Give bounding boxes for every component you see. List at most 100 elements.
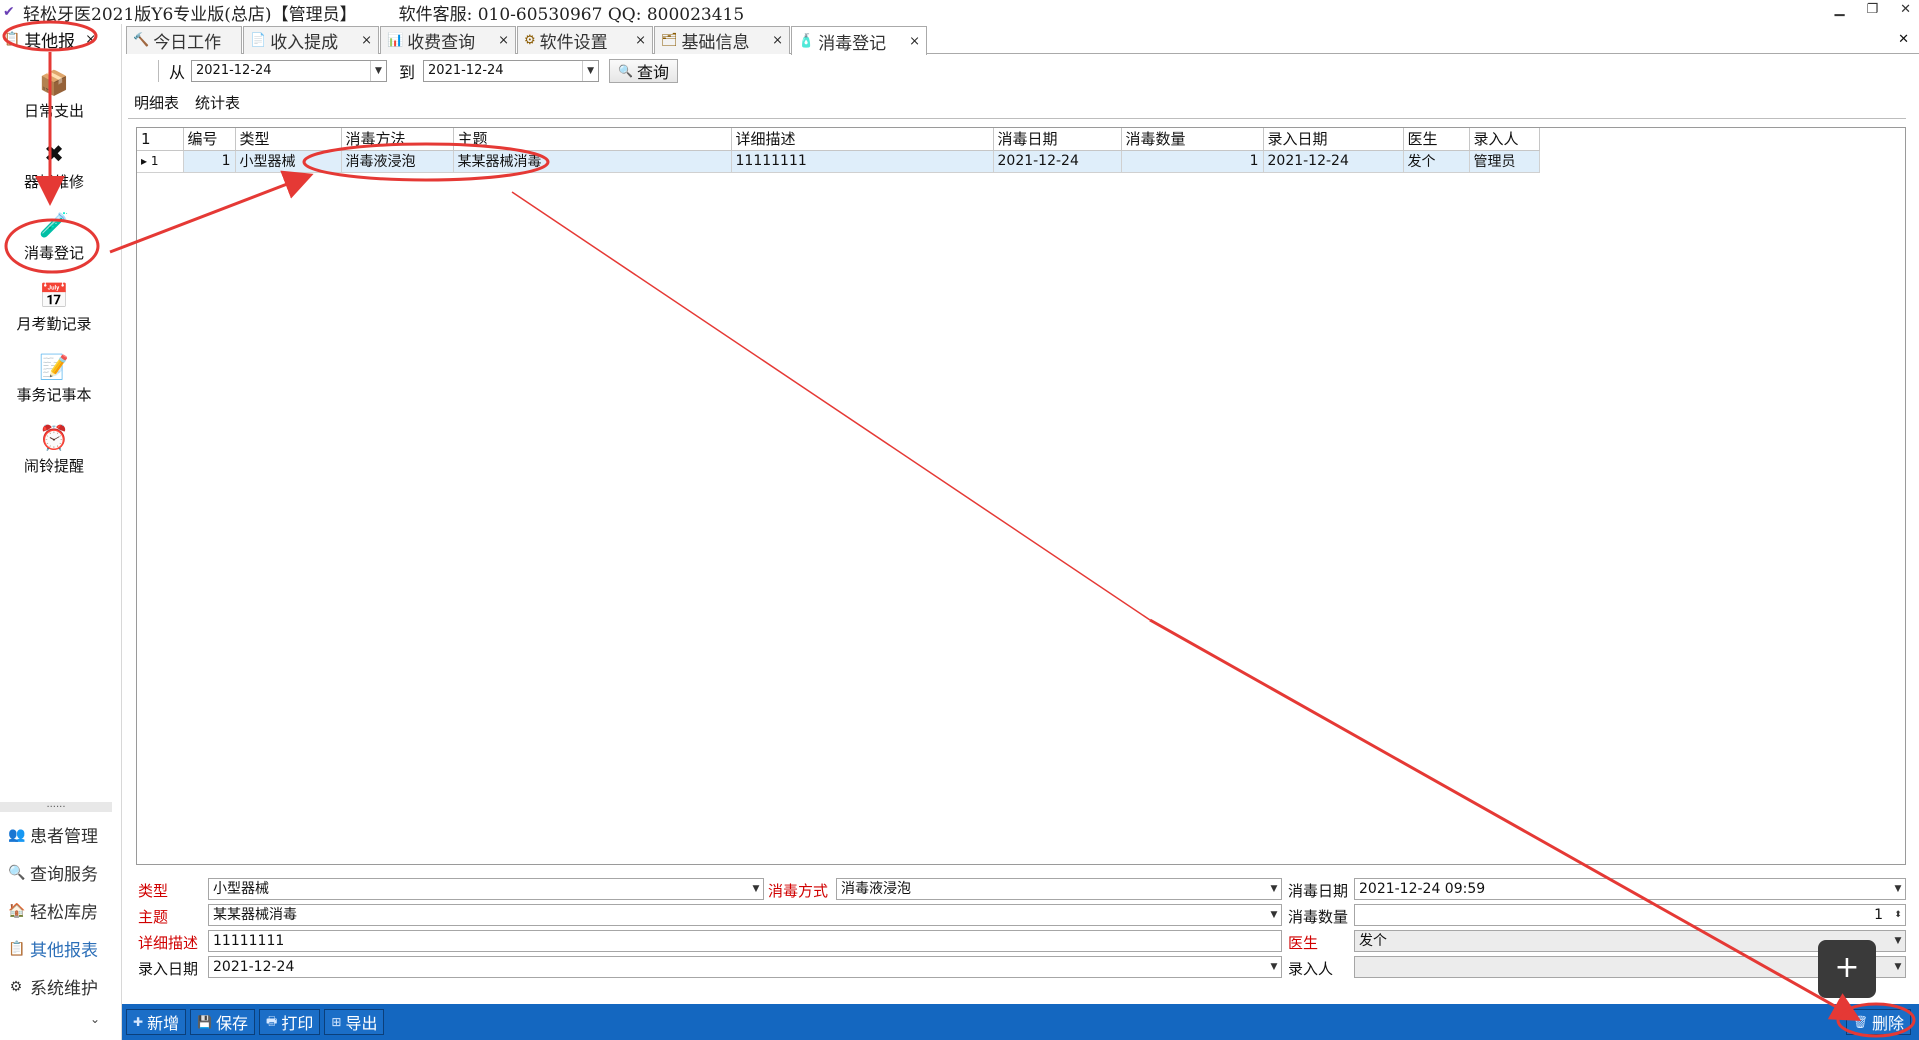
save-icon: 💾 — [197, 1015, 213, 1029]
chevron-down-icon[interactable]: ▼ — [1891, 879, 1905, 899]
tab-income[interactable]: 📄 收入提成 × — [243, 26, 379, 54]
query-button[interactable]: 🔍 查询 — [609, 59, 678, 83]
work-icon: 🔨 — [133, 33, 150, 48]
tab-today-work[interactable]: 🔨 今日工作 — [126, 26, 242, 54]
sidebar-tab-close-icon[interactable]: × — [85, 32, 96, 47]
new-button[interactable]: ✚ 新增 — [126, 1009, 187, 1035]
sidebar-tab-other-reports[interactable]: 📋 其他报 × — [4, 28, 96, 52]
chevron-down-icon[interactable]: ▼ — [1267, 879, 1281, 899]
close-icon[interactable]: × — [909, 34, 920, 49]
cell-id[interactable]: 1 — [183, 150, 236, 173]
tab-label: 今日工作 — [153, 33, 222, 53]
delete-button-label: 删除 — [1871, 1014, 1904, 1033]
entry-date-field[interactable]: 2021-12-24 ▼ — [208, 956, 1282, 978]
column-header[interactable]: 录入日期 — [1263, 128, 1404, 151]
tab-software-settings[interactable]: ⚙ 软件设置 × — [517, 26, 653, 54]
disinfect-date-field[interactable]: 2021-12-24 09:59 ▼ — [1354, 878, 1906, 900]
cell-quantity[interactable]: 1 — [1121, 150, 1264, 173]
close-all-tabs-icon[interactable]: ✕ — [1898, 32, 1909, 47]
chevron-down-icon[interactable]: ▼ — [1267, 905, 1281, 925]
chevron-down-icon[interactable]: ▼ — [1267, 957, 1281, 977]
patients-icon: 👥 — [8, 826, 26, 843]
save-button[interactable]: 💾 保存 — [190, 1009, 256, 1035]
sidebar-item-notepad[interactable]: 📝 事务记事本 — [0, 352, 108, 405]
sidebar-item-daily-expense[interactable]: 📦 日常支出 — [0, 68, 108, 121]
cell-type[interactable]: 小型器械 — [235, 150, 342, 173]
cell-entered-by[interactable]: 管理员 — [1469, 150, 1540, 173]
export-button[interactable]: ⊞ 导出 — [324, 1009, 385, 1035]
trash-icon: 🗑 — [1852, 1015, 1868, 1029]
cell-method[interactable]: 消毒液浸泡 — [341, 150, 454, 173]
column-header[interactable]: 消毒方法 — [341, 128, 454, 151]
tab-disinfection[interactable]: 🧴 消毒登记 × — [791, 26, 927, 55]
quantity-label: 消毒数量 — [1288, 908, 1349, 926]
chevron-down-icon[interactable]: ▼ — [582, 61, 598, 81]
report-tab-icon: 📋 — [4, 31, 21, 47]
chevron-down-icon[interactable]: ▼ — [1891, 957, 1905, 977]
close-icon[interactable]: × — [361, 33, 372, 48]
method-label: 消毒方式 — [768, 882, 829, 900]
column-header[interactable]: 消毒数量 — [1121, 128, 1264, 151]
cell-doctor[interactable]: 发个 — [1403, 150, 1470, 173]
cell-subject[interactable]: 某某器械消毒 — [453, 150, 732, 173]
disinfect-date-value: 2021-12-24 09:59 — [1359, 881, 1486, 897]
sidebar-item-equipment-repair[interactable]: ✖ 器械维修 — [0, 139, 108, 192]
chevron-down-icon[interactable]: ▼ — [370, 61, 386, 81]
method-select[interactable]: 消毒液浸泡 ▼ — [836, 878, 1282, 900]
subtab-detail[interactable]: 明细表 — [134, 92, 179, 113]
type-select[interactable]: 小型器械 ▼ — [208, 878, 764, 900]
sidebar-item-label: 日常支出 — [23, 102, 84, 120]
sidebar-item-label: 月考勤记录 — [16, 315, 92, 333]
nav-system[interactable]: ⚙ 系统维护 — [8, 974, 98, 1000]
disinfection-grid[interactable]: 1 编号 类型 消毒方法 主题 详细描述 消毒日期 消毒数量 录入日期 医生 录… — [136, 127, 1906, 865]
tab-basic-info[interactable]: 🗂 基础信息 × — [654, 26, 790, 54]
sidebar-splitter[interactable]: ...... — [0, 800, 112, 812]
sidebar-item-label: 消毒登记 — [23, 244, 84, 262]
cell-description[interactable]: 11111111 — [731, 150, 994, 173]
divider — [128, 118, 1906, 119]
from-date-picker[interactable]: 2021-12-24 ▼ — [191, 60, 388, 82]
delete-button[interactable]: 🗑 删除 — [1845, 1009, 1911, 1035]
software-settings-icon: ⚙ — [524, 33, 536, 48]
description-field[interactable]: 11111111 — [208, 930, 1282, 952]
restore-button[interactable]: ❐ — [1866, 2, 1878, 17]
cell-disinfect-date[interactable]: 2021-12-24 — [993, 150, 1122, 173]
column-header[interactable]: 主题 — [453, 128, 732, 151]
close-icon[interactable]: × — [772, 33, 783, 48]
column-header[interactable]: 类型 — [235, 128, 342, 151]
close-icon[interactable]: × — [635, 33, 646, 48]
column-header[interactable]: 医生 — [1403, 128, 1470, 151]
table-row[interactable]: ▸ 1 1 小型器械 消毒液浸泡 某某器械消毒 11111111 2021-12… — [137, 150, 1540, 173]
nav-other-reports[interactable]: 📋 其他报表 — [8, 936, 98, 962]
sidebar-item-alarm[interactable]: ⏰ 闹铃提醒 — [0, 423, 108, 476]
column-header[interactable]: 编号 — [183, 128, 236, 151]
chevron-down-icon[interactable]: ▼ — [749, 879, 763, 899]
quantity-stepper[interactable]: 1 ⬍ — [1354, 904, 1906, 926]
chevron-down-icon[interactable]: ▼ — [1891, 931, 1905, 951]
tab-fee-query[interactable]: 📊 收费查询 × — [380, 26, 516, 54]
column-header[interactable]: 详细描述 — [731, 128, 994, 151]
to-date-picker[interactable]: 2021-12-24 ▼ — [423, 60, 600, 82]
print-button[interactable]: 🖶 打印 — [259, 1009, 321, 1035]
sidebar-item-attendance[interactable]: 📅 月考勤记录 — [0, 281, 108, 334]
close-window-button[interactable]: ✕ — [1900, 2, 1911, 17]
subtab-statistics[interactable]: 统计表 — [195, 92, 240, 113]
stepper-arrows-icon[interactable]: ⬍ — [1891, 905, 1905, 925]
nav-warehouse[interactable]: 🏠 轻松库房 — [8, 898, 98, 924]
column-header[interactable]: 消毒日期 — [993, 128, 1122, 151]
tab-label: 收费查询 — [407, 33, 476, 53]
row-indicator[interactable]: ▸ 1 — [137, 150, 184, 173]
cell-entry-date[interactable]: 2021-12-24 — [1263, 150, 1404, 173]
add-note-button[interactable]: + — [1818, 940, 1876, 998]
column-header[interactable]: 录入人 — [1469, 128, 1540, 151]
minimize-button[interactable]: ▁ — [1834, 2, 1844, 17]
quantity-value: 1 — [1874, 907, 1883, 923]
sidebar-item-disinfection[interactable]: 🧪 消毒登记 — [0, 210, 108, 263]
from-date-value: 2021-12-24 — [196, 63, 272, 78]
close-icon[interactable]: × — [498, 33, 509, 48]
nav-patients[interactable]: 👥 患者管理 — [8, 822, 98, 848]
subject-select[interactable]: 某某器械消毒 ▼ — [208, 904, 1282, 926]
tab-label: 消毒登记 — [818, 33, 887, 54]
nav-query[interactable]: 🔍 查询服务 — [8, 860, 98, 886]
chevron-down-icon[interactable]: ⌄ — [90, 1012, 100, 1026]
